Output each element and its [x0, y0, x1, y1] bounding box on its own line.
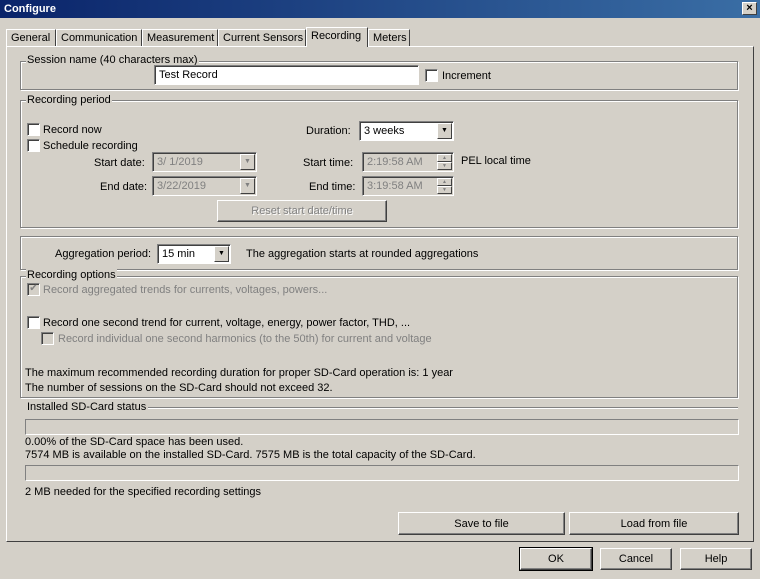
increment-checkbox[interactable]: [425, 69, 438, 82]
reset-start-datetime-button: Reset start date/time: [217, 200, 387, 222]
cancel-button[interactable]: Cancel: [600, 548, 672, 570]
tab-label: Measurement: [147, 32, 215, 44]
tab-label: Communication: [61, 32, 138, 44]
chevron-down-icon: ▼: [240, 178, 255, 194]
start-time-value: 2:19:58 AM: [367, 156, 423, 168]
ok-button[interactable]: OK: [519, 547, 593, 571]
end-date-picker: 3/22/2019 ▼: [152, 176, 257, 196]
tab-label: Recording: [311, 30, 362, 42]
spin-down-icon: ▼: [437, 162, 452, 170]
start-date-value: 3/ 1/2019: [157, 156, 203, 168]
tab-label: Meters: [373, 32, 407, 44]
recording-period-legend: Recording period: [26, 94, 112, 106]
spin-up-icon: ▲: [437, 154, 452, 162]
end-time-label: End time:: [309, 181, 356, 193]
tab-current-sensors[interactable]: Current Sensors: [218, 29, 306, 46]
start-time-spinner: 2:19:58 AM ▲ ▼: [362, 152, 454, 172]
aggregation-period-select[interactable]: 15 min ▼: [157, 244, 231, 264]
aggregation-period-label: Aggregation period:: [55, 248, 152, 260]
pel-local-time-label: PEL local time: [461, 155, 531, 167]
spinner-arrows: ▲ ▼: [437, 154, 452, 170]
record-now-label: Record now: [43, 124, 102, 136]
sdcard-needed-progress: [25, 465, 739, 481]
end-date-label: End date:: [100, 181, 148, 193]
tab-recording[interactable]: Recording: [306, 27, 368, 47]
sdcard-used-text: 0.00% of the SD-Card space has been used…: [25, 436, 244, 448]
tab-communication[interactable]: Communication: [56, 29, 142, 46]
save-to-file-button[interactable]: Save to file: [398, 512, 565, 535]
end-date-value: 3/22/2019: [157, 180, 206, 192]
close-button[interactable]: ×: [742, 2, 757, 15]
close-icon: ×: [746, 2, 753, 14]
record-now-checkbox[interactable]: [27, 123, 40, 136]
tab-meters[interactable]: Meters: [368, 29, 410, 46]
chevron-down-icon[interactable]: ▼: [214, 246, 229, 262]
max-duration-text: The maximum recommended recording durati…: [25, 367, 453, 379]
title-bar: Configure: [0, 0, 760, 18]
duration-select[interactable]: 3 weeks ▼: [359, 121, 454, 141]
increment-label: Increment: [442, 70, 491, 82]
sessions-limit-text: The number of sessions on the SD-Card sh…: [25, 382, 333, 394]
harmonics-checkbox: [41, 332, 54, 345]
schedule-recording-label: Schedule recording: [43, 140, 138, 152]
sdcard-used-progress: [25, 419, 739, 435]
sdcard-status-legend: Installed SD-Card status: [26, 401, 148, 413]
spinner-arrows: ▲ ▼: [437, 178, 452, 194]
start-time-label: Start time:: [303, 157, 354, 169]
chevron-down-icon: ▼: [240, 154, 255, 170]
aggregation-period-value: 15 min: [162, 248, 196, 260]
load-from-file-button[interactable]: Load from file: [569, 512, 739, 535]
duration-label: Duration:: [306, 125, 351, 137]
tab-measurement[interactable]: Measurement: [142, 29, 218, 46]
help-button[interactable]: Help: [680, 548, 752, 570]
spin-down-icon: ▼: [437, 186, 452, 194]
window-title: Configure: [4, 3, 56, 15]
spin-up-icon: ▲: [437, 178, 452, 186]
start-date-label: Start date:: [94, 157, 145, 169]
tab-label: Current Sensors: [223, 32, 304, 44]
tab-general[interactable]: General: [6, 29, 56, 46]
one-second-trend-label: Record one second trend for current, vol…: [43, 317, 411, 329]
tab-label: General: [11, 32, 51, 44]
sdcard-legend-rule: [148, 407, 738, 408]
end-time-value: 3:19:58 AM: [367, 180, 423, 192]
aggregation-note: The aggregation starts at rounded aggreg…: [246, 248, 479, 260]
recording-options-legend: Recording options: [26, 269, 117, 281]
end-time-spinner: 3:19:58 AM ▲ ▼: [362, 176, 454, 196]
start-date-picker: 3/ 1/2019 ▼: [152, 152, 257, 172]
one-second-trend-checkbox[interactable]: [27, 316, 40, 329]
aggregated-trends-checkbox: ✔: [27, 283, 40, 296]
check-icon: ✔: [29, 283, 38, 294]
chevron-down-icon[interactable]: ▼: [437, 123, 452, 139]
aggregated-trends-label: Record aggregated trends for currents, v…: [43, 284, 328, 296]
session-name-input[interactable]: Test Record: [154, 65, 419, 85]
sdcard-needed-text: 2 MB needed for the specified recording …: [25, 486, 262, 498]
schedule-recording-checkbox[interactable]: [27, 139, 40, 152]
harmonics-label: Record individual one second harmonics (…: [58, 333, 432, 345]
sdcard-available-text: 7574 MB is available on the installed SD…: [25, 449, 476, 461]
duration-value: 3 weeks: [364, 125, 405, 137]
